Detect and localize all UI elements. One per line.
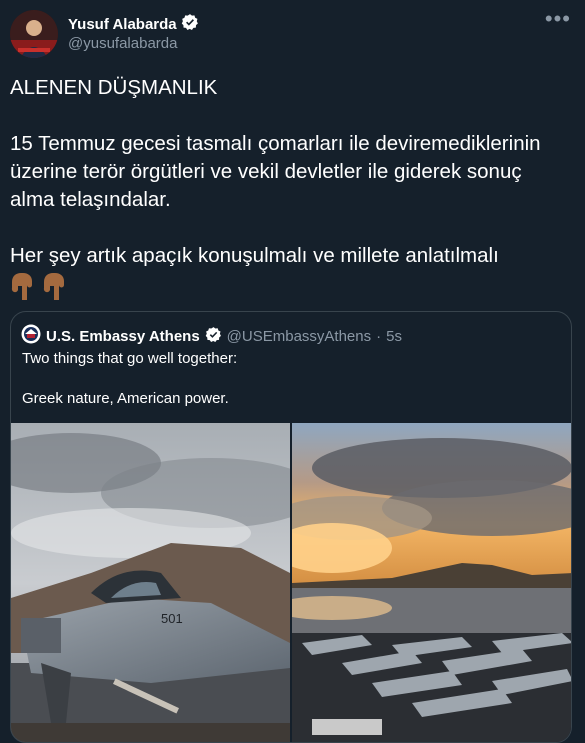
quoted-author-name[interactable]: U.S. Embassy Athens <box>46 328 200 345</box>
tweet-body: ALENEN DÜŞMANLIK 15 Temmuz gecesi tasmal… <box>10 76 541 267</box>
quoted-header: U.S. Embassy Athens @USEmbassyAthens · 5… <box>21 324 402 348</box>
quoted-timestamp[interactable]: 5s <box>386 328 402 345</box>
quoted-tweet[interactable]: U.S. Embassy Athens @USEmbassyAthens · 5… <box>10 311 572 743</box>
tweet-header: Yusuf Alabarda @yusufalabarda ••• <box>10 8 575 58</box>
separator-dot: · <box>376 327 382 345</box>
verified-badge-icon <box>181 13 199 36</box>
quoted-text: Two things that go well together: Greek … <box>22 350 238 407</box>
aircraft-carrier-sunset-photo[interactable] <box>292 423 571 742</box>
verified-badge-icon <box>205 326 222 347</box>
fighter-jet-photo[interactable]: 501 <box>11 423 290 742</box>
pointing-down-icon <box>42 272 68 310</box>
author-handle[interactable]: @yusufalabarda <box>68 35 177 52</box>
emoji-row <box>10 272 570 310</box>
pointing-down-icon <box>10 272 36 310</box>
author-name[interactable]: Yusuf Alabarda <box>68 16 177 33</box>
tweet-text: ALENEN DÜŞMANLIK 15 Temmuz gecesi tasmal… <box>10 74 570 310</box>
embassy-seal-icon <box>21 324 41 348</box>
svg-text:501: 501 <box>161 611 183 626</box>
quoted-author-handle[interactable]: @USEmbassyAthens <box>227 328 371 345</box>
more-options-icon[interactable]: ••• <box>545 8 571 30</box>
avatar[interactable] <box>10 10 58 58</box>
